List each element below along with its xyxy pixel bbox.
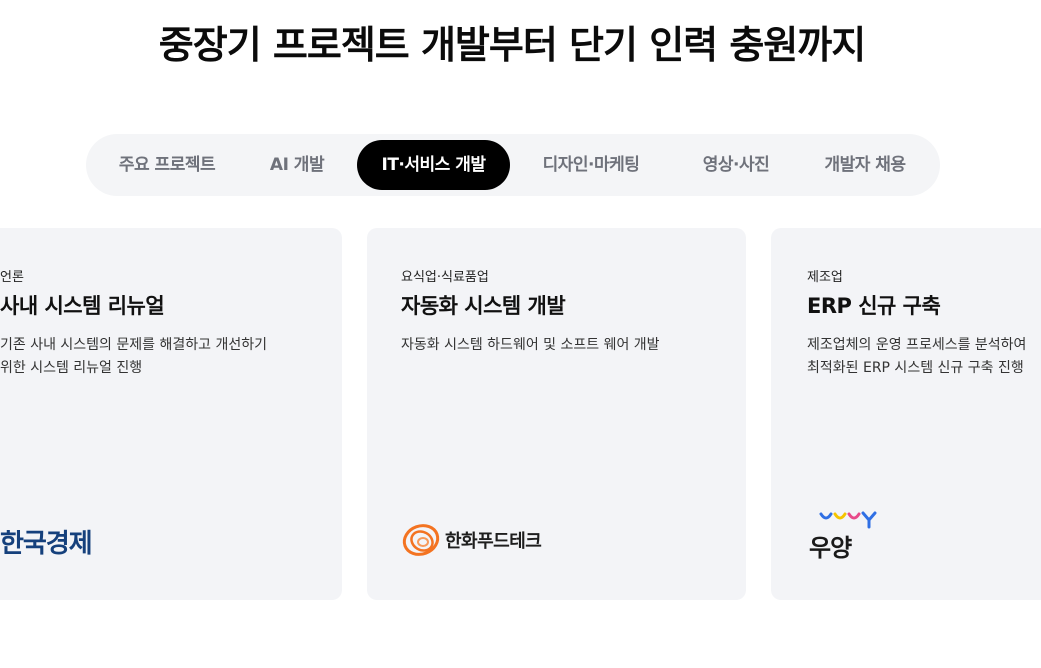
card-title: ERP 신규 구축 xyxy=(807,294,941,318)
card-description: 자동화 시스템 하드웨어 및 소프트 웨어 개발 xyxy=(401,337,660,353)
tab-it-service-development[interactable]: IT·서비스 개발 xyxy=(357,140,510,190)
project-card[interactable]: 제조업 ERP 신규 구축 제조업체의 운영 프로세스를 분석하여 최적화된 E… xyxy=(771,228,1041,600)
tab-design-marketing[interactable]: 디자인·마케팅 xyxy=(526,140,656,190)
client-logo: 한화푸드테크 xyxy=(401,520,542,560)
card-description: 기존 사내 시스템의 문제를 해결하고 개선하기 위한 시스템 리뉴얼 진행 xyxy=(0,337,267,376)
card-description: 제조업체의 운영 프로세스를 분석하여 최적화된 ERP 시스템 신규 구축 진… xyxy=(807,337,1027,376)
card-category: 요식업·식료품업 xyxy=(401,270,489,285)
project-card[interactable]: 요식업·식료품업 자동화 시스템 개발 자동화 시스템 하드웨어 및 소프트 웨… xyxy=(367,228,746,600)
card-category: 언론 xyxy=(0,270,24,285)
wooyang-logo-icon xyxy=(819,511,877,529)
card-title: 자동화 시스템 개발 xyxy=(401,294,566,318)
category-tab-bar: 주요 프로젝트 AI 개발 IT·서비스 개발 디자인·마케팅 영상·사진 개발… xyxy=(86,134,940,196)
client-logo: 우양 xyxy=(809,510,889,562)
card-category: 제조업 xyxy=(807,270,843,285)
client-logo-text: 한화푸드테크 xyxy=(445,531,542,552)
project-card[interactable]: 언론 사내 시스템 리뉴얼 기존 사내 시스템의 문제를 해결하고 개선하기 위… xyxy=(0,228,342,600)
tab-main-projects[interactable]: 주요 프로젝트 xyxy=(104,140,230,190)
hanwha-logo-icon xyxy=(402,524,440,556)
client-logo-text: 우양 xyxy=(809,534,852,562)
tab-ai-development[interactable]: AI 개발 xyxy=(248,140,346,190)
section-headline: 중장기 프로젝트 개발부터 단기 인력 충원까지 xyxy=(158,23,866,67)
client-logo-text: 한국경제 xyxy=(0,529,93,559)
card-title: 사내 시스템 리뉴얼 xyxy=(0,294,165,318)
client-logo: 한국경제 xyxy=(0,523,93,560)
tab-video-photo[interactable]: 영상·사진 xyxy=(682,140,790,190)
tab-developer-hiring[interactable]: 개발자 채용 xyxy=(808,140,922,190)
